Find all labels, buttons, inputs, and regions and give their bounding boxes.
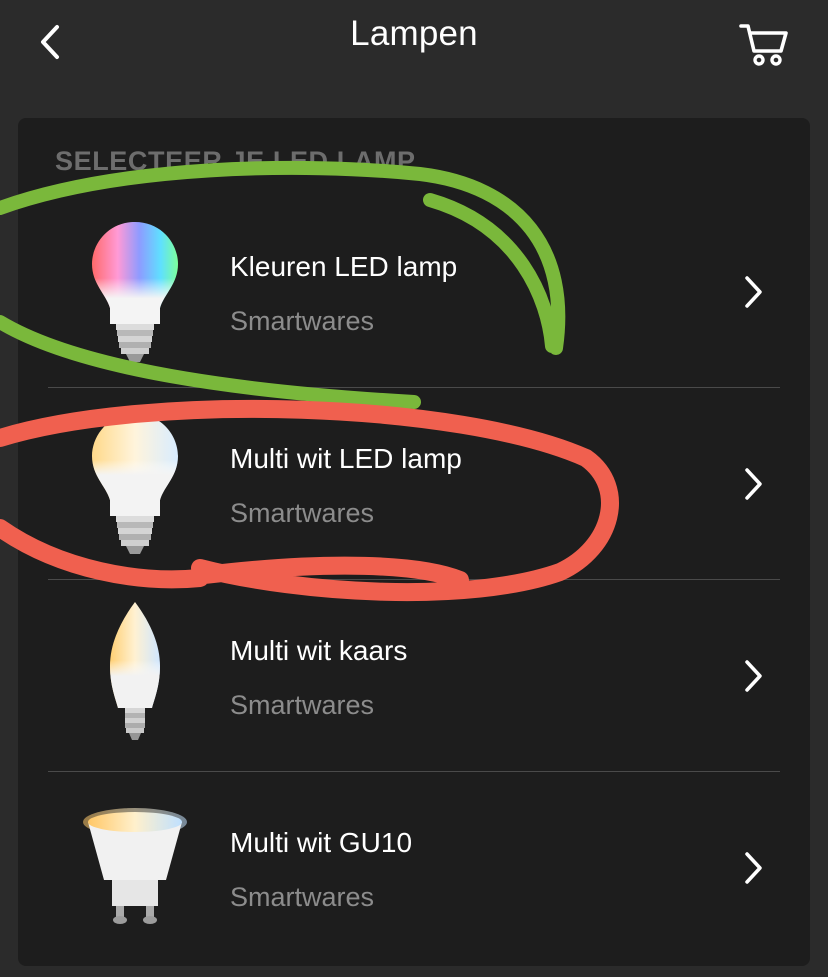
white-bulb-image: [92, 414, 178, 554]
list-item[interactable]: Multi wit GU10 Smartwares: [18, 772, 810, 964]
lamp-brand: Smartwares: [230, 306, 375, 336]
list-item[interactable]: Multi wit kaars Smartwares: [18, 580, 810, 772]
cart-button[interactable]: [736, 20, 792, 68]
lamp-brand: Smartwares: [230, 690, 375, 720]
shopping-cart-icon: [739, 24, 788, 66]
lamp-name: Multi wit GU10: [230, 827, 413, 858]
candle-bulb-image: [110, 602, 160, 740]
lamp-name: Multi wit kaars: [230, 635, 408, 666]
top-bar: Lampen: [0, 0, 828, 96]
lamp-selection-panel: SELECTEER JE LED LAMP Kleuren LED lamp S…: [18, 118, 810, 966]
lamp-brand: Smartwares: [230, 882, 375, 912]
gu10-spot-image: [83, 808, 187, 924]
list-item[interactable]: Multi wit LED lamp Smartwares: [18, 388, 810, 580]
lamp-list: Kleuren LED lamp Smartwares Multi wit LE…: [18, 196, 810, 964]
app-screen: Lampen SELECTEER JE LED LAMP Kleuren LED…: [0, 0, 828, 977]
section-title: SELECTEER JE LED LAMP: [55, 146, 416, 176]
color-bulb-image: [92, 222, 178, 362]
lamp-brand: Smartwares: [230, 498, 375, 528]
chevron-right-icon: [745, 660, 762, 692]
lamp-name: Kleuren LED lamp: [230, 251, 458, 282]
chevron-right-icon: [745, 276, 762, 308]
list-item[interactable]: Kleuren LED lamp Smartwares: [18, 196, 810, 388]
page-title: Lampen: [350, 14, 478, 53]
chevron-right-icon: [745, 468, 762, 500]
chevron-right-icon: [745, 852, 762, 884]
lamp-name: Multi wit LED lamp: [230, 443, 462, 474]
